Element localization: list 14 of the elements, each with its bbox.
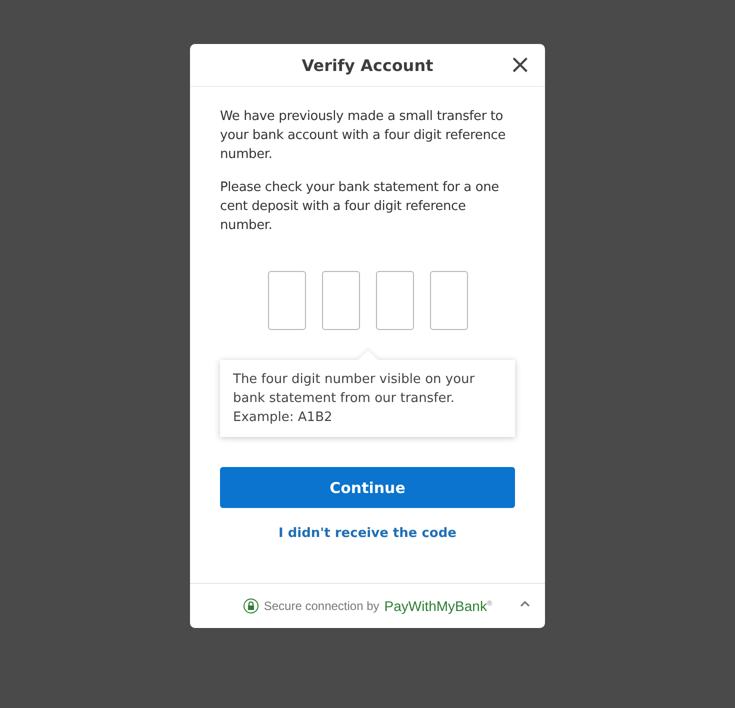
lock-icon — [242, 598, 259, 614]
tooltip-text: The four digit number visible on your bank statement from our transfer. Example: A1B2 — [233, 371, 476, 427]
secure-connection-label: Secure connection by — [264, 599, 380, 613]
continue-button[interactable]: Continue — [220, 467, 515, 508]
resend-link[interactable]: I didn't receive the code — [278, 526, 456, 541]
digit-field[interactable] — [268, 271, 306, 330]
digit-field[interactable] — [322, 271, 360, 330]
digit-field[interactable] — [430, 271, 468, 330]
close-button[interactable]: × — [507, 54, 533, 76]
instruction-text: We have previously made a small transfer to your bank account with a four digit reference number. — [220, 108, 506, 164]
dialog-title: Verify Account — [302, 56, 434, 74]
instruction-text: Please check your bank statement for a one cent deposit with a four digit reference number. — [220, 179, 500, 235]
brand-name: PayWithMyBank$^{®}$ — [384, 598, 492, 614]
digit-field[interactable] — [376, 271, 414, 330]
